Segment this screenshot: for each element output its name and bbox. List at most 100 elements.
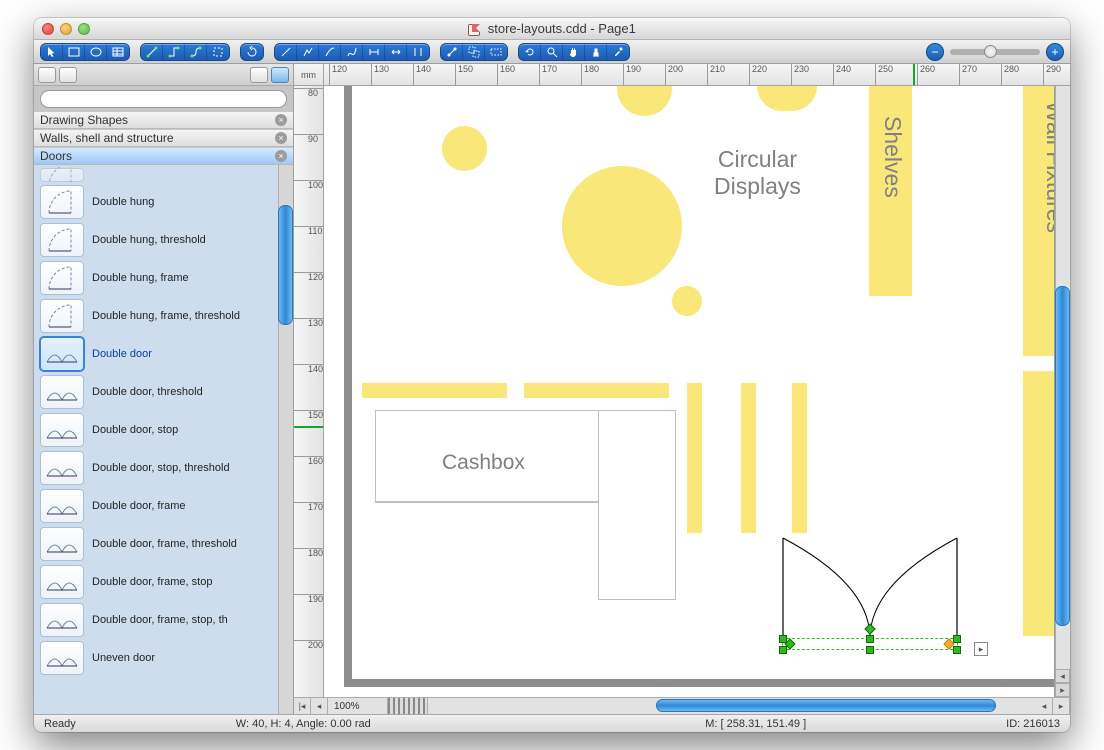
shape-item[interactable]: Double hung, frame, threshold [34,297,293,335]
canvas-vscroll-thumb[interactable] [1055,286,1070,626]
ruler-unit: mm [294,64,324,85]
rotate-tool[interactable] [241,44,263,60]
connector4-tool[interactable] [207,44,229,60]
polyline-tool[interactable] [297,44,319,60]
shape-item[interactable]: Double door, frame [34,487,293,525]
ruler-tick: 90 [294,134,323,145]
resize-handle[interactable] [866,646,874,654]
library-search-input[interactable] [40,90,287,108]
resize-handle[interactable] [779,646,787,654]
prev-page-button[interactable]: ◂ [311,698,328,714]
zoom-thumb[interactable] [984,45,997,58]
canvas-viewport[interactable]: Circular Displays Shelves Wall Fixtures [324,86,1055,697]
selected-double-door[interactable] [780,538,960,648]
ellipse-tool[interactable] [85,44,107,60]
smart-action-button[interactable]: ▸ [974,642,988,656]
shape-item[interactable]: Double door, stop, threshold [34,449,293,487]
close-icon[interactable]: × [275,150,287,162]
ruler-tick: 250 [875,64,893,85]
ruler-tick: 150 [455,64,473,85]
display-bar[interactable] [687,383,702,533]
rect-tool[interactable] [63,44,85,60]
circular-display[interactable] [442,126,487,171]
shape-item[interactable]: Double door, frame, stop, th [34,601,293,639]
shape-item-label: Double door, stop [92,424,178,436]
shape-item[interactable]: Double door, threshold [34,373,293,411]
ruler-tick: 160 [497,64,515,85]
tool-group-edit [440,43,508,61]
circular-display[interactable] [757,86,817,111]
category-walls[interactable]: Walls, shell and structure× [34,129,293,147]
display-bar[interactable] [792,383,807,533]
zoom-out-button[interactable]: − [926,43,944,61]
shape-item[interactable]: Double door, frame, threshold [34,525,293,563]
library-tree-icon[interactable] [38,67,56,83]
connector1-tool[interactable] [141,44,163,60]
display-bar[interactable] [741,383,756,533]
category-doors[interactable]: Doors× [34,147,293,165]
scroll-left-button[interactable]: ◂ [1036,698,1053,714]
group-tool[interactable] [463,44,485,60]
shape-thumbnail-icon [40,299,84,333]
wall-fixtures[interactable] [1023,371,1055,636]
page-prev-button[interactable]: ◂ [1055,669,1070,683]
refresh-tool[interactable] [519,44,541,60]
dimension3-tool[interactable] [407,44,429,60]
zoom-in-button[interactable]: + [1046,43,1064,61]
shape-item[interactable]: Uneven door [34,639,293,677]
canvas-vertical-scrollbar[interactable]: ◂ ▸ [1055,86,1070,697]
canvas-hscroll-thumb[interactable] [656,699,996,712]
shape-item[interactable]: Double door, stop [34,411,293,449]
resize-handle[interactable] [866,635,874,643]
library-list-icon[interactable] [59,67,77,83]
arc-tool[interactable] [319,44,341,60]
resize-handle[interactable] [953,646,961,654]
dimension2-tool[interactable] [385,44,407,60]
close-icon[interactable]: × [275,114,287,126]
page-tabs-grip[interactable] [388,698,428,714]
pan-tool[interactable] [563,44,585,60]
eyedropper-tool[interactable] [607,44,629,60]
display-bar[interactable] [524,383,669,398]
ruler-tick: 80 [294,88,323,99]
shape-item[interactable]: Double hung, frame [34,259,293,297]
close-icon[interactable]: × [275,132,287,144]
library-grid-icon[interactable] [250,67,268,83]
library-search-icon[interactable] [271,67,289,83]
zoom-value[interactable]: 100% [328,698,388,714]
shape-item[interactable] [34,167,293,183]
edit-nodes-tool[interactable] [441,44,463,60]
shape-item[interactable]: Double hung [34,183,293,221]
resize-handle[interactable] [953,635,961,643]
zoom-tool[interactable] [541,44,563,60]
first-page-button[interactable]: |◂ [294,698,311,714]
dimension1-tool[interactable] [363,44,385,60]
line-tool[interactable] [275,44,297,60]
circular-display[interactable] [562,166,682,286]
page-next-button[interactable]: ▸ [1055,683,1070,697]
circular-display[interactable] [672,286,702,316]
pointer-tool[interactable] [41,44,63,60]
shape-item[interactable]: Double hung, threshold [34,221,293,259]
ruler-tick: 210 [707,64,725,85]
ruler-tick: 170 [294,502,323,513]
canvas-horizontal-scrollbar[interactable] [428,698,1036,714]
connector2-tool[interactable] [163,44,185,60]
category-drawing-shapes[interactable]: Drawing Shapes× [34,111,293,129]
status-dimensions: W: 40, H: 4, Angle: 0.00 rad [236,718,371,730]
stamp-tool[interactable] [585,44,607,60]
display-bar[interactable] [362,383,507,398]
scroll-right-button[interactable]: ▸ [1053,698,1070,714]
shape-item[interactable]: Double door, frame, stop [34,563,293,601]
ruler-vertical: 8090100110120130140150160170180190200 [294,86,324,697]
app-window: store-layouts.cdd - Page1 [34,18,1070,732]
ungroup-tool[interactable] [485,44,507,60]
shape-item[interactable]: Double door [34,335,293,373]
connector3-tool[interactable] [185,44,207,60]
circular-display[interactable] [617,86,672,116]
table-tool[interactable] [107,44,129,60]
cashbox-shape[interactable] [598,410,676,600]
sidebar-scrollbar-thumb[interactable] [278,205,293,325]
zoom-track[interactable] [950,49,1040,55]
bezier-tool[interactable] [341,44,363,60]
